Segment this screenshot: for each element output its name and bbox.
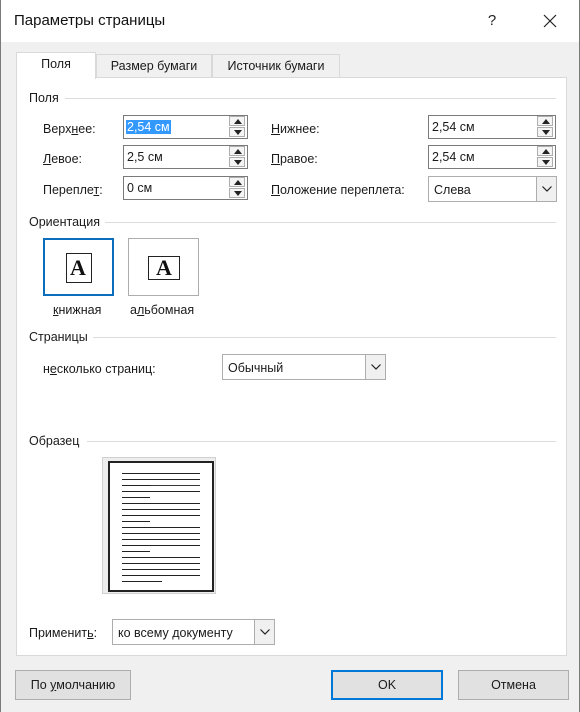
tab-paper-size[interactable]: Размер бумаги (96, 54, 212, 78)
right-margin-down-button[interactable] (537, 157, 553, 167)
left-margin-value[interactable]: 2,5 см (126, 150, 164, 164)
right-margin-up-button[interactable] (537, 146, 553, 156)
left-margin-spinner[interactable]: 2,5 см (123, 145, 248, 169)
ok-button[interactable]: OK (331, 670, 443, 700)
bottom-margin-label: Нижнее: (271, 122, 320, 136)
top-margin-spinner[interactable]: 2,54 см (123, 115, 248, 139)
multiple-pages-dropdown-button[interactable] (365, 355, 385, 379)
multiple-pages-label: несколько страниц: (43, 362, 156, 376)
arrow-down-icon (234, 130, 242, 135)
apply-to-value: ко всему документу (118, 626, 233, 640)
gutter-position-select[interactable]: Слева (428, 176, 557, 202)
chevron-down-icon (371, 364, 381, 370)
portrait-label: книжная (53, 303, 102, 317)
portrait-page-icon: A (66, 253, 92, 283)
arrow-down-icon (234, 160, 242, 165)
cancel-button[interactable]: Отмена (458, 670, 569, 700)
landscape-option[interactable]: A (128, 238, 199, 296)
help-button[interactable]: ? (475, 6, 509, 36)
arrow-up-icon (234, 149, 242, 154)
top-margin-value[interactable]: 2,54 см (126, 120, 171, 134)
arrow-up-icon (234, 119, 242, 124)
left-margin-down-button[interactable] (229, 157, 245, 167)
preview-sheet (108, 461, 214, 592)
top-margin-down-button[interactable] (229, 127, 245, 137)
orientation-divider (105, 222, 556, 223)
left-margin-up-button[interactable] (229, 146, 245, 156)
page-setup-dialog: Параметры страницы ? Поля Размер бумаги … (0, 0, 580, 712)
arrow-up-icon (542, 119, 550, 124)
top-margin-up-button[interactable] (229, 116, 245, 126)
gutter-label: Переплет: (43, 183, 103, 197)
right-margin-spinner[interactable]: 2,54 см (428, 145, 556, 169)
arrow-up-icon (234, 180, 242, 185)
set-as-default-button[interactable]: По умолчанию (15, 670, 131, 700)
gutter-spinner[interactable]: 0 см (123, 176, 248, 200)
landscape-page-icon: A (148, 255, 180, 280)
portrait-glyph: A (70, 255, 86, 280)
arrow-up-icon (542, 149, 550, 154)
margins-group-label: Поля (29, 91, 59, 105)
left-margin-label: Левое: (43, 152, 83, 166)
pages-group-label: Страницы (29, 330, 88, 344)
gutter-position-value: Слева (434, 183, 471, 197)
orientation-group-label: Ориентация (29, 215, 100, 229)
pages-divider (93, 337, 556, 338)
multiple-pages-select[interactable]: Обычный (222, 354, 386, 380)
tab-paper-source[interactable]: Источник бумаги (212, 54, 340, 78)
gutter-position-label: Положение переплета: (271, 183, 405, 197)
gutter-up-button[interactable] (229, 177, 245, 187)
preview-divider (87, 441, 556, 442)
preview-group-label: Образец (29, 434, 80, 448)
arrow-down-icon (542, 130, 550, 135)
close-icon (543, 14, 557, 28)
arrow-down-icon (542, 160, 550, 165)
bottom-margin-spinner[interactable]: 2,54 см (428, 115, 556, 139)
title-bar: Параметры страницы ? (1, 0, 579, 42)
gutter-position-dropdown-button[interactable] (536, 177, 556, 201)
page-preview (102, 457, 216, 594)
right-margin-value[interactable]: 2,54 см (431, 150, 476, 164)
apply-to-dropdown-button[interactable] (254, 620, 274, 644)
landscape-label: альбомная (130, 303, 195, 317)
dialog-title: Параметры страницы (14, 12, 166, 29)
bottom-margin-up-button[interactable] (537, 116, 553, 126)
multiple-pages-value: Обычный (228, 361, 284, 375)
portrait-option[interactable]: A (43, 238, 114, 296)
apply-to-select[interactable]: ко всему документу (112, 619, 275, 645)
gutter-down-button[interactable] (229, 188, 245, 198)
margins-divider (65, 98, 556, 99)
gutter-value[interactable]: 0 см (126, 181, 153, 195)
bottom-margin-down-button[interactable] (537, 127, 553, 137)
landscape-glyph: A (156, 255, 172, 280)
chevron-down-icon (260, 629, 270, 635)
chevron-down-icon (542, 186, 552, 192)
close-button[interactable] (533, 6, 567, 36)
tab-margins[interactable]: Поля (16, 52, 96, 79)
bottom-margin-value[interactable]: 2,54 см (431, 120, 476, 134)
arrow-down-icon (234, 191, 242, 196)
top-margin-label: Верхнее: (43, 122, 96, 136)
right-margin-label: Правое: (271, 152, 318, 166)
apply-to-label: Применить: (29, 626, 98, 640)
